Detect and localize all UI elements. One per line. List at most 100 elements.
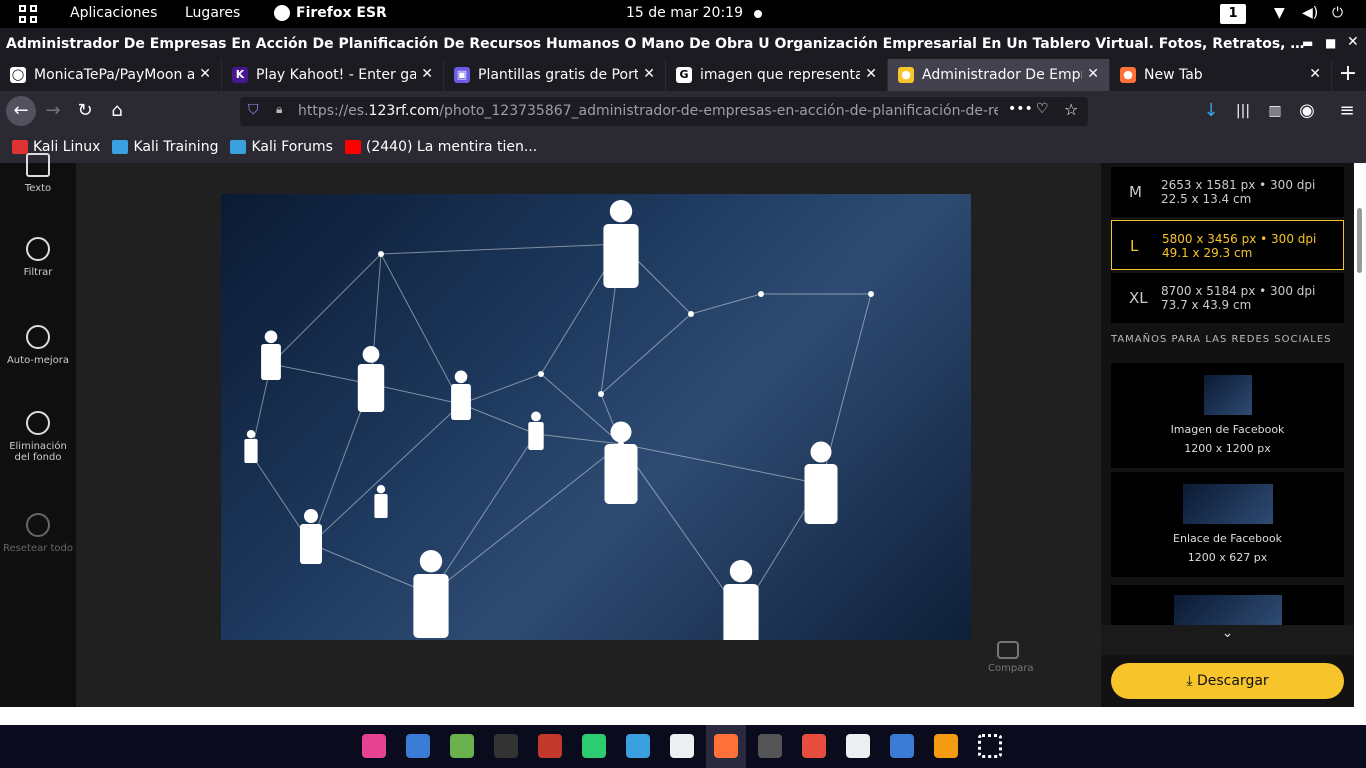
burpsuite-icon[interactable]	[538, 734, 562, 758]
download-button[interactable]: ⤓ Descargar	[1111, 663, 1344, 699]
metasploit-icon[interactable]	[406, 734, 430, 758]
social-dimensions: 1200 x 627 px	[1187, 551, 1268, 564]
bookmark-star-icon[interactable]: ☆	[1064, 100, 1078, 119]
tool-reset[interactable]: Resetear todo	[0, 513, 76, 554]
reload-button[interactable]: ↻	[72, 98, 98, 124]
app-launcher-icon[interactable]	[978, 734, 1002, 758]
auto-enhance-icon	[26, 325, 50, 349]
tool-auto-enhance[interactable]: Auto-mejora	[0, 325, 76, 366]
close-tab-icon[interactable]: ✕	[421, 66, 433, 82]
clock[interactable]: 15 de mar 20:19	[626, 5, 743, 21]
tab[interactable]: ▣ Plantillas gratis de Portafolio ✕	[444, 59, 666, 91]
filezilla-icon[interactable]	[802, 734, 826, 758]
url-text[interactable]: https://es.123rf.com/photo_123735867_adm…	[298, 103, 998, 119]
network-link	[380, 253, 462, 405]
bookmark-label: (2440) La mentira tien...	[365, 139, 538, 155]
close-tab-icon[interactable]: ✕	[1309, 66, 1321, 82]
page-actions-icon[interactable]: •••	[1008, 101, 1033, 117]
settings-sliders-icon[interactable]	[626, 734, 650, 758]
library-icon[interactable]: |||	[1230, 98, 1256, 124]
files-icon[interactable]	[670, 734, 694, 758]
tool-scissors[interactable]: Eliminación del fondo	[0, 411, 76, 463]
close-tab-icon[interactable]: ✕	[199, 66, 211, 82]
tool-label: Texto	[24, 183, 52, 194]
scroll-more-button[interactable]: ⌄	[1101, 625, 1354, 655]
terminal-icon[interactable]	[494, 734, 518, 758]
social-option-partial[interactable]	[1111, 585, 1344, 625]
menu-icon[interactable]: ≡	[1334, 98, 1360, 124]
close-tab-icon[interactable]: ✕	[1087, 66, 1099, 82]
tab[interactable]: K Play Kahoot! - Enter game ✕	[222, 59, 444, 91]
wifi-icon[interactable]: ▼	[1274, 5, 1285, 21]
new-tab-button[interactable]: +	[1332, 59, 1364, 91]
size-letter: XL	[1129, 289, 1148, 307]
minimize-icon[interactable]: ▬	[1302, 36, 1313, 50]
active-app-menu[interactable]: Firefox ESR	[274, 5, 387, 21]
active-app-label: Firefox ESR	[296, 5, 387, 21]
google-icon: G	[676, 67, 692, 83]
places-menu[interactable]: Lugares	[185, 5, 240, 21]
tab[interactable]: ● New Tab ✕	[1110, 59, 1332, 91]
lock-icon[interactable]: 🔒︎	[276, 102, 282, 117]
bookmark-label: Kali Training	[133, 139, 219, 155]
image-editor-canvas: Compara	[76, 163, 1101, 707]
pocket-icon[interactable]: ♡	[1036, 101, 1049, 117]
close-tab-icon[interactable]: ✕	[643, 66, 655, 82]
forward-button[interactable]: →	[40, 98, 66, 124]
page-bottom-strip	[0, 707, 1354, 725]
page-scrollbar[interactable]	[1354, 163, 1366, 725]
applications-menu[interactable]: Aplicaciones	[70, 5, 157, 21]
bookmark-label: Kali Forums	[251, 139, 333, 155]
url-bar[interactable]: ⛉ 🔒︎ https://es.123rf.com/photo_12373586…	[240, 97, 1088, 126]
size-option-l[interactable]: L 5800 x 3456 px • 300 dpi 49.1 x 29.3 cm	[1111, 220, 1344, 270]
volume-icon[interactable]: ◀)	[1302, 5, 1318, 21]
bookmark-item[interactable]: Kali Forums	[230, 139, 333, 155]
close-tab-icon[interactable]: ✕	[865, 66, 877, 82]
color-picker-icon[interactable]	[362, 734, 386, 758]
account-icon[interactable]: ◉	[1294, 98, 1320, 124]
social-thumbnail	[1203, 375, 1252, 415]
tab[interactable]: ◯ MonicaTePa/PayMoon at ✕	[0, 59, 222, 91]
youtube-icon	[344, 140, 361, 154]
network-link	[540, 373, 622, 445]
tracking-shield-icon[interactable]: ⛉	[248, 102, 259, 118]
downloads-icon[interactable]: ↓	[1198, 98, 1224, 124]
tool-text[interactable]: Texto	[0, 153, 76, 194]
kali-dragon-icon[interactable]	[582, 734, 606, 758]
url-prefix: https://es.	[298, 103, 369, 119]
tool-filter[interactable]: Filtrar	[0, 237, 76, 278]
firefox-icon: ●	[1120, 67, 1136, 83]
image-viewer-icon[interactable]	[450, 734, 474, 758]
tab[interactable]: Gimagen que representan ✕	[666, 59, 888, 91]
maximize-icon[interactable]: ■	[1325, 36, 1336, 50]
presentation-icon[interactable]	[934, 734, 958, 758]
compare-button[interactable]: Compara	[988, 641, 1034, 674]
size-option-xl[interactable]: XL 8700 x 5184 px • 300 dpi 73.7 x 43.9 cm	[1111, 273, 1344, 323]
home-button[interactable]: ⌂	[104, 98, 130, 124]
social-option[interactable]: Imagen de Facebook 1200 x 1200 px	[1111, 363, 1344, 468]
window-title: Administrador De Empresas En Acción De P…	[6, 35, 1306, 52]
firefox-dock-icon[interactable]	[714, 734, 738, 758]
network-link	[310, 543, 432, 595]
bookmark-item[interactable]: Kali Training	[112, 139, 218, 155]
power-icon[interactable]: ⏻	[1332, 5, 1343, 21]
gnome-top-bar: Aplicaciones Lugares Firefox ESR 15 de m…	[0, 0, 1366, 28]
document-icon[interactable]	[846, 734, 870, 758]
scrollbar-thumb[interactable]	[1357, 208, 1362, 273]
bookmark-item[interactable]: (2440) La mentira tien...	[344, 139, 538, 155]
stock-photo[interactable]	[221, 194, 971, 640]
network-link	[460, 373, 542, 405]
scissors-icon	[26, 411, 50, 435]
obs-icon[interactable]	[758, 734, 782, 758]
app-grid-icon[interactable]	[19, 5, 37, 23]
social-option[interactable]: Enlace de Facebook 1200 x 627 px	[1111, 472, 1344, 577]
workspace-indicator[interactable]: 1	[1220, 4, 1246, 24]
vscode-icon[interactable]	[890, 734, 914, 758]
close-window-icon[interactable]: ✕	[1347, 34, 1359, 50]
kali-icon	[12, 140, 28, 154]
size-option-m[interactable]: M 2653 x 1581 px • 300 dpi 22.5 x 13.4 cm	[1111, 167, 1344, 217]
tab[interactable]: ● Administrador De Empresas ✕	[888, 59, 1110, 91]
network-link	[460, 403, 537, 435]
sidebar-icon[interactable]: ▥	[1262, 98, 1288, 124]
back-button[interactable]: ←	[6, 96, 36, 126]
